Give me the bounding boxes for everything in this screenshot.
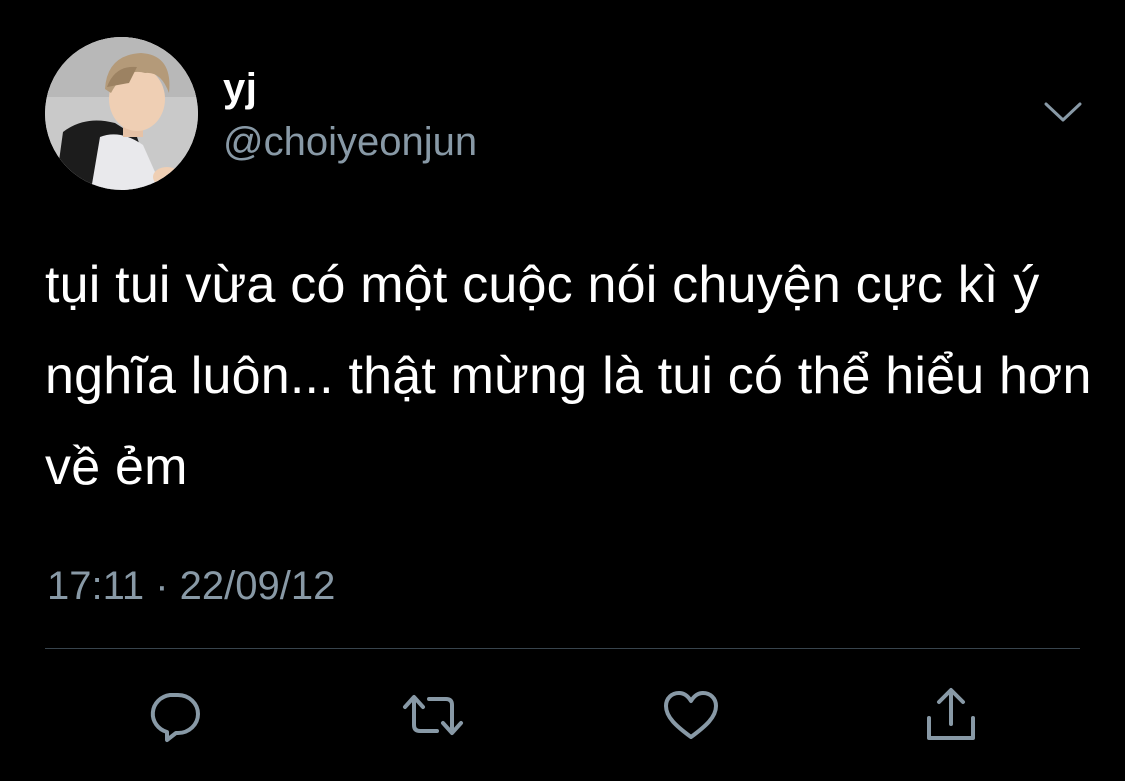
- like-button[interactable]: [656, 680, 726, 750]
- tweet-actions: [0, 680, 1125, 750]
- retweet-button[interactable]: [398, 680, 468, 750]
- avatar[interactable]: [45, 37, 198, 190]
- share-upload-icon: [927, 688, 975, 740]
- chevron-down-icon: [1044, 102, 1082, 122]
- user-handle[interactable]: @choiyeonjun: [223, 118, 477, 166]
- tweet-timestamp[interactable]: 17:11 · 22/09/12: [47, 562, 335, 610]
- tweet-card: yj @choiyeonjun tụi tui vừa có một cuộc …: [0, 0, 1125, 781]
- reply-button[interactable]: [139, 680, 209, 750]
- retweet-icon: [403, 695, 463, 735]
- share-button[interactable]: [916, 680, 986, 750]
- avatar-photo: [45, 37, 198, 190]
- heart-icon: [664, 691, 718, 739]
- more-options-button[interactable]: [1040, 94, 1086, 130]
- divider: [45, 648, 1080, 649]
- display-name[interactable]: yj: [223, 64, 257, 112]
- tweet-text: tụi tui vừa có một cuộc nói chuyện cực k…: [45, 256, 1107, 496]
- speech-bubble-icon: [150, 693, 200, 742]
